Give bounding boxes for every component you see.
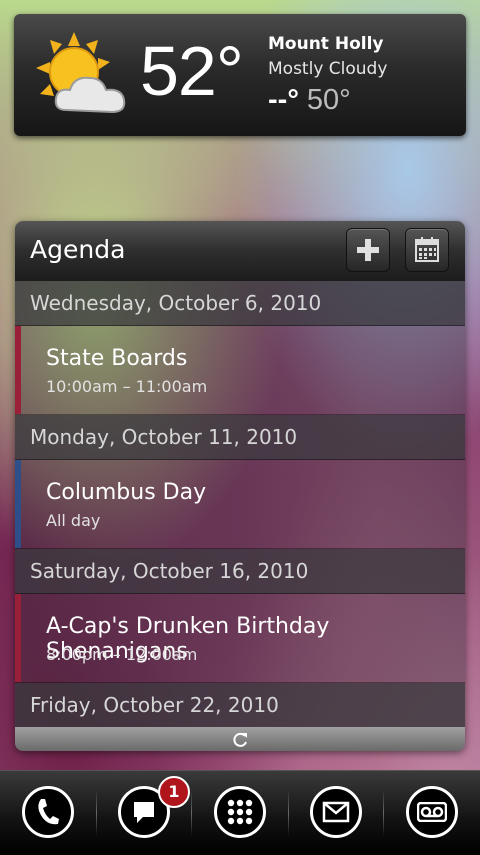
add-event-button[interactable]	[346, 228, 390, 272]
voicemail-button[interactable]	[406, 786, 458, 838]
calendar-icon	[415, 237, 439, 262]
event-color-bar	[15, 326, 21, 414]
event-title: Columbus Day	[46, 480, 207, 505]
open-calendar-button[interactable]	[405, 228, 449, 272]
dock	[0, 770, 480, 855]
day-header: Saturday, October 16, 2010	[15, 549, 465, 594]
event-time: 8:00pm – 12:00am	[46, 645, 198, 664]
messaging-icon	[134, 802, 154, 823]
weather-widget[interactable]: 52° Mount Holly Mostly Cloudy --° 50°	[14, 14, 466, 136]
partly-cloudy-icon	[36, 32, 132, 120]
agenda-refresh-bar[interactable]	[15, 727, 465, 751]
event-title: State Boards	[46, 346, 188, 371]
event-time: 10:00am – 11:00am	[46, 377, 208, 396]
current-temperature: 52°	[140, 32, 244, 110]
agenda-widget: Agenda Wednesday, October 6, 2010 State …	[15, 221, 465, 751]
event-time: All day	[46, 511, 101, 530]
day-header: Wednesday, October 6, 2010	[15, 281, 465, 326]
location-name: Mount Holly	[268, 34, 384, 54]
day-header: Friday, October 22, 2010	[15, 683, 465, 728]
app-drawer-button[interactable]	[214, 786, 266, 838]
refresh-icon	[233, 732, 247, 747]
dock-separator	[288, 789, 289, 837]
dock-separator	[96, 789, 97, 837]
email-icon	[322, 801, 350, 823]
weather-condition: Mostly Cloudy	[268, 59, 388, 79]
email-button[interactable]	[310, 786, 362, 838]
plus-icon	[357, 239, 379, 261]
event-item[interactable]: Columbus Day All day	[15, 460, 465, 549]
dock-separator	[191, 789, 192, 837]
event-item[interactable]: State Boards 10:00am – 11:00am	[15, 326, 465, 415]
phone-icon	[38, 799, 59, 825]
unread-count-badge: 1	[158, 776, 190, 808]
high-temperature: --°	[268, 84, 299, 116]
low-temperature: 50°	[306, 84, 351, 116]
day-header: Monday, October 11, 2010	[15, 415, 465, 460]
voicemail-icon	[417, 802, 447, 822]
high-low-temps: --° 50°	[268, 84, 351, 117]
event-color-bar	[15, 594, 21, 682]
agenda-header: Agenda	[15, 221, 465, 281]
event-item[interactable]: A-Cap's Drunken Birthday Shenanigans 8:0…	[15, 594, 465, 683]
event-color-bar	[15, 460, 21, 548]
dock-separator	[383, 789, 384, 837]
phone-button[interactable]	[22, 786, 74, 838]
app-drawer-icon	[227, 799, 253, 825]
agenda-title: Agenda	[30, 235, 126, 264]
